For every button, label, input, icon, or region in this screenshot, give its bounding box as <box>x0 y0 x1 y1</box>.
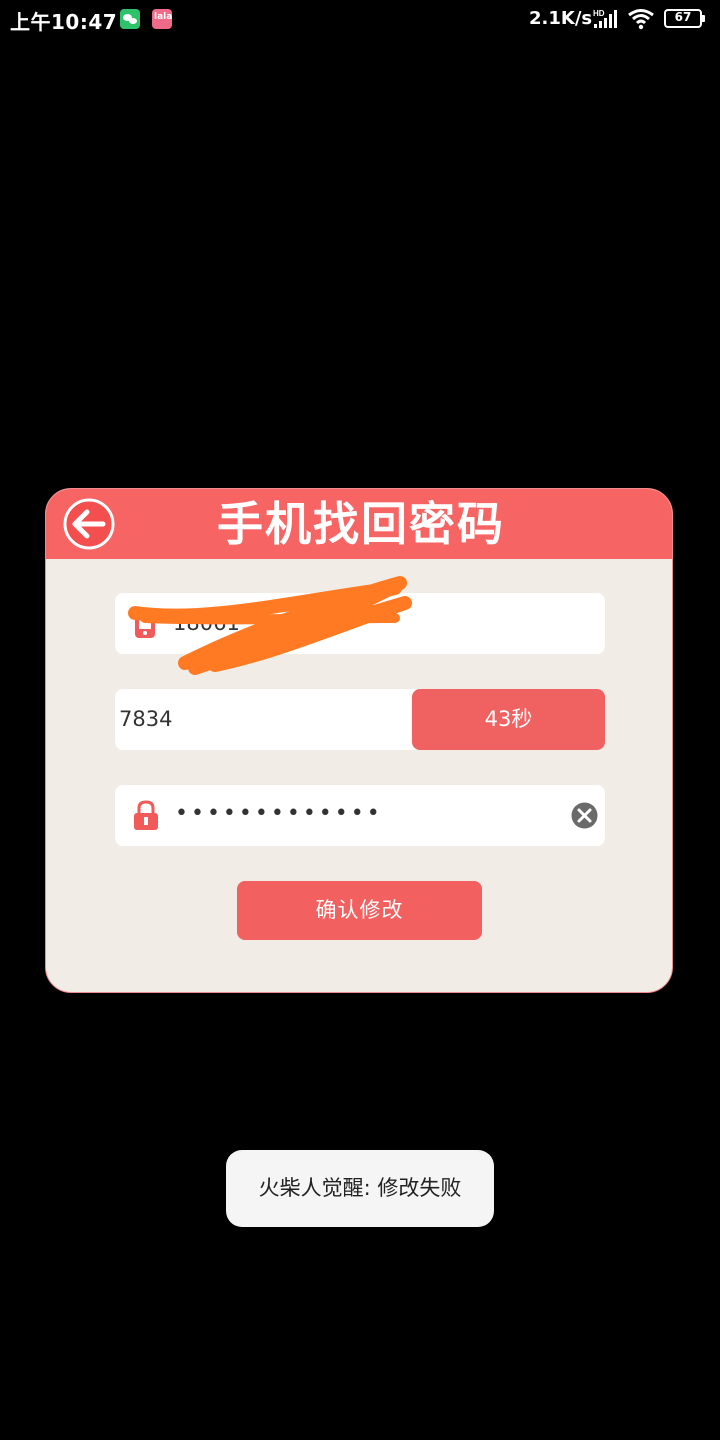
signal-icon: HD <box>593 9 617 28</box>
dialog-header: 手机找回密码 <box>46 489 672 559</box>
app-notification-icon: lala <box>152 9 172 29</box>
network-speed: 2.1K/s <box>529 8 593 29</box>
verification-code-value: 7834 <box>119 707 173 731</box>
phone-value: 18061 <box>173 611 240 635</box>
confirm-button[interactable]: 确认修改 <box>237 881 482 940</box>
battery-icon: 67 <box>664 9 705 28</box>
wechat-icon <box>120 9 140 29</box>
clear-icon[interactable] <box>571 802 598 829</box>
toast-message: 火柴人觉醒: 修改失败 <box>226 1150 494 1227</box>
phone-icon <box>135 608 155 638</box>
signal-label: HD <box>593 9 605 18</box>
status-time: 上午10:47 <box>10 10 118 34</box>
wifi-icon <box>628 9 654 30</box>
dialog-title: 手机找回密码 <box>217 497 505 551</box>
password-mask: ••••••••••••• <box>175 801 383 826</box>
password-field[interactable]: ••••••••••••• <box>115 785 605 846</box>
find-password-dialog: 手机找回密码 18061 7834 43秒 ••••••••••••• 确认修改 <box>45 488 673 993</box>
back-arrow-icon[interactable] <box>63 498 115 550</box>
verification-code-field[interactable]: 7834 43秒 <box>115 689 605 750</box>
status-bar: 上午10:47 lala 2.1K/s HD 67 <box>0 0 720 38</box>
countdown-button[interactable]: 43秒 <box>412 689 605 750</box>
battery-level: 67 <box>674 10 692 24</box>
lock-icon <box>134 800 158 830</box>
phone-input[interactable]: 18061 <box>115 576 605 675</box>
scribble-overlay <box>128 576 412 675</box>
